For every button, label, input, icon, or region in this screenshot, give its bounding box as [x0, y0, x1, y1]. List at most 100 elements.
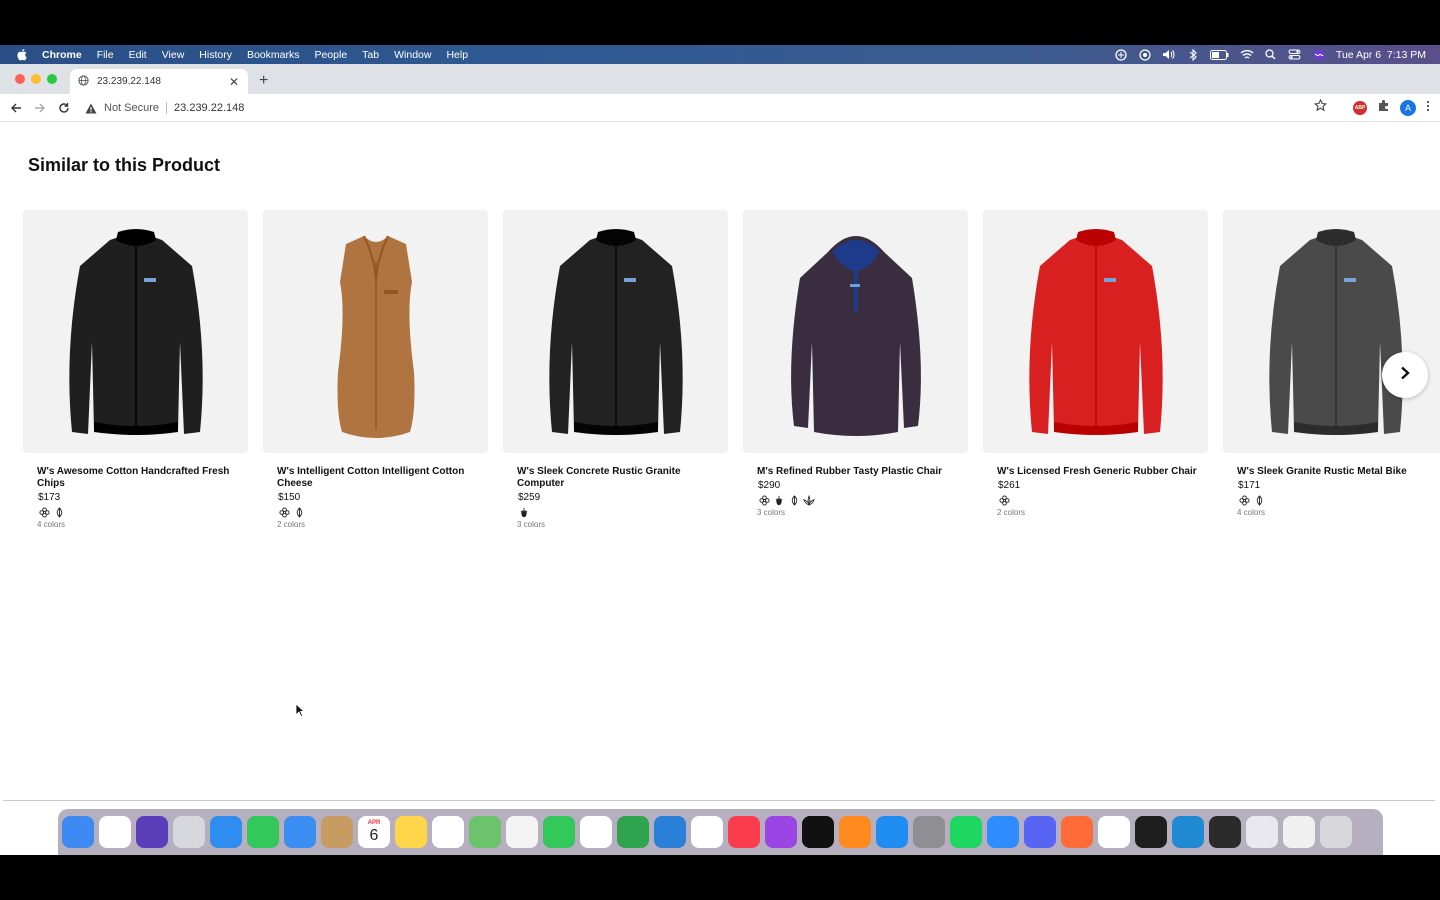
- warning-triangle-icon[interactable]: [84, 101, 98, 115]
- product-card[interactable]: W's Awesome Cotton Handcrafted Fresh Chi…: [23, 210, 248, 529]
- dock-contacts-icon[interactable]: [321, 816, 353, 848]
- menu-clock[interactable]: Tue Apr 6 7:13 PM: [1336, 49, 1426, 61]
- menu-file[interactable]: File: [97, 49, 114, 61]
- dock-news-icon[interactable]: [691, 816, 723, 848]
- dock-freeform-icon[interactable]: [580, 816, 612, 848]
- product-name[interactable]: W's Licensed Fresh Generic Rubber Chair: [997, 466, 1197, 478]
- dock-system-preferences-icon[interactable]: [913, 816, 945, 848]
- menu-help[interactable]: Help: [446, 49, 468, 61]
- battery-icon[interactable]: [1210, 49, 1230, 61]
- profile-avatar[interactable]: A: [1400, 100, 1416, 116]
- product-card[interactable]: W's Sleek Concrete Rustic Granite Comput…: [503, 210, 728, 529]
- menu-bookmarks[interactable]: Bookmarks: [247, 49, 300, 61]
- dock-slack-icon[interactable]: [1098, 816, 1130, 848]
- menu-app-name[interactable]: Chrome: [42, 49, 82, 61]
- dock-numbers-icon[interactable]: [617, 816, 649, 848]
- dock-vscode-icon[interactable]: [1172, 816, 1204, 848]
- dock-books-icon[interactable]: [839, 816, 871, 848]
- dock-terminal-icon[interactable]: [1135, 816, 1167, 848]
- menu-view[interactable]: View: [162, 49, 185, 61]
- volume-icon[interactable]: [1162, 49, 1176, 61]
- tab-active[interactable]: 23.239.22.148 ✕: [70, 69, 248, 94]
- dock-tv-icon[interactable]: [802, 816, 834, 848]
- dock-music-icon[interactable]: [728, 816, 760, 848]
- menu-history[interactable]: History: [199, 49, 232, 61]
- dock-postman-icon[interactable]: [1061, 816, 1093, 848]
- dock-preview-icon[interactable]: [1246, 816, 1278, 848]
- close-tab-icon[interactable]: ✕: [228, 75, 240, 89]
- product-name[interactable]: W's Sleek Concrete Rustic Granite Comput…: [517, 466, 717, 490]
- back-arrow-icon[interactable]: [8, 100, 24, 116]
- siri-icon[interactable]: [1312, 49, 1326, 61]
- product-image[interactable]: [743, 210, 968, 453]
- dock-activity-monitor-icon[interactable]: [1209, 816, 1241, 848]
- product-card[interactable]: W's Licensed Fresh Generic Rubber Chair …: [983, 210, 1208, 517]
- dock-spotify-icon[interactable]: [950, 816, 982, 848]
- menu-edit[interactable]: Edit: [129, 49, 147, 61]
- product-card[interactable]: W's Intelligent Cotton Intelligent Cotto…: [263, 210, 488, 529]
- flower-icon[interactable]: [758, 494, 770, 506]
- not-secure-label[interactable]: Not Secure: [104, 102, 159, 114]
- minimize-window-button[interactable]: [31, 74, 41, 84]
- dock-photos-icon[interactable]: [506, 816, 538, 848]
- flower-icon[interactable]: [278, 506, 290, 518]
- leaf-icon[interactable]: [53, 506, 65, 518]
- zoom-window-button[interactable]: [47, 74, 57, 84]
- reload-icon[interactable]: [56, 100, 72, 116]
- product-name[interactable]: W's Intelligent Cotton Intelligent Cotto…: [277, 466, 477, 490]
- menu-people[interactable]: People: [314, 49, 347, 61]
- product-image[interactable]: [263, 210, 488, 453]
- dock-maps-icon[interactable]: [469, 816, 501, 848]
- dock-app-store-icon[interactable]: [876, 816, 908, 848]
- flower-icon[interactable]: [1238, 494, 1250, 506]
- acorn-icon[interactable]: [773, 494, 785, 506]
- address-bar[interactable]: Not Secure 23.239.22.148: [84, 97, 1340, 119]
- dock-safari-icon[interactable]: [210, 816, 242, 848]
- dock-discord-icon[interactable]: [1024, 816, 1056, 848]
- menu-tab[interactable]: Tab: [362, 49, 379, 61]
- extensions-puzzle-icon[interactable]: [1377, 99, 1390, 117]
- product-image[interactable]: [503, 210, 728, 453]
- dock-notes-icon[interactable]: [395, 816, 427, 848]
- apple-icon[interactable]: [14, 47, 30, 63]
- dock-podcasts-icon[interactable]: [765, 816, 797, 848]
- product-card[interactable]: M's Refined Rubber Tasty Plastic Chair $…: [743, 210, 968, 517]
- menu-window[interactable]: Window: [394, 49, 431, 61]
- dock-chrome-icon[interactable]: [99, 816, 131, 848]
- dock-reminders-icon[interactable]: [432, 816, 464, 848]
- product-name[interactable]: M's Refined Rubber Tasty Plastic Chair: [757, 466, 957, 478]
- flower-icon[interactable]: [998, 494, 1010, 506]
- dock-launchpad-icon[interactable]: [173, 816, 205, 848]
- control-center-icon[interactable]: [1288, 49, 1302, 61]
- acorn-icon[interactable]: [518, 506, 530, 518]
- spotlight-search-icon[interactable]: [1264, 49, 1278, 61]
- product-image[interactable]: [983, 210, 1208, 453]
- bluetooth-icon[interactable]: [1186, 48, 1200, 61]
- dock-facetime-icon[interactable]: [543, 816, 575, 848]
- dock-mail-icon[interactable]: [284, 816, 316, 848]
- flower-icon[interactable]: [38, 506, 50, 518]
- product-image[interactable]: [1223, 210, 1440, 453]
- dock-downloads-stack-icon[interactable]: [1283, 816, 1315, 848]
- product-name[interactable]: W's Awesome Cotton Handcrafted Fresh Chi…: [37, 466, 237, 490]
- more-menu-icon[interactable]: [1426, 99, 1430, 117]
- dock-zoom-icon[interactable]: [987, 816, 1019, 848]
- new-tab-icon[interactable]: +: [259, 72, 268, 90]
- product-name[interactable]: W's Sleek Granite Rustic Metal Bike: [1237, 466, 1437, 478]
- product-image[interactable]: [23, 210, 248, 453]
- lotus-icon[interactable]: [803, 494, 815, 506]
- url-text[interactable]: 23.239.22.148: [174, 102, 244, 114]
- dock-keynote-icon[interactable]: [654, 816, 686, 848]
- leaf-icon[interactable]: [788, 494, 800, 506]
- wifi-icon[interactable]: [1240, 49, 1254, 61]
- sync-icon[interactable]: [1114, 48, 1128, 61]
- close-window-button[interactable]: [15, 74, 25, 84]
- carousel-next-button[interactable]: [1382, 352, 1428, 398]
- record-icon[interactable]: [1138, 48, 1152, 61]
- horizontal-scrollbar[interactable]: [2, 800, 1436, 801]
- dock-messages-icon[interactable]: [247, 816, 279, 848]
- bookmark-star-icon[interactable]: [1313, 98, 1328, 117]
- leaf-icon[interactable]: [293, 506, 305, 518]
- adblock-extension-icon[interactable]: ABP: [1353, 101, 1367, 115]
- dock-calendar-icon[interactable]: APR 6: [358, 816, 390, 848]
